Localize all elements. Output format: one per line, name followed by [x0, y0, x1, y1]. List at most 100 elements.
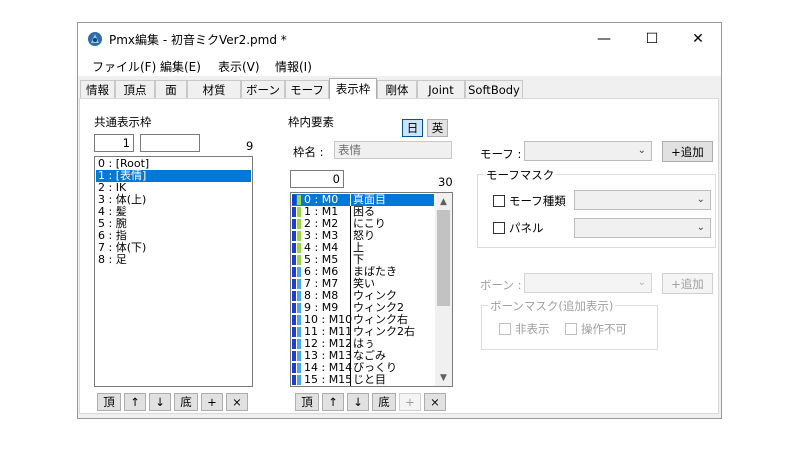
frame-element-list[interactable]: ▲ ▼ 0 : M0 真面目 1 : M1 困る 2 : M2 にこり 3 : M3 怒り 4 …: [290, 192, 453, 387]
move-bottom-button[interactable]: 底: [174, 393, 198, 411]
language-jp-toggle[interactable]: 日: [402, 119, 423, 137]
column-divider: [350, 266, 351, 278]
morph-panel-swatch: [297, 363, 301, 373]
column-divider: [350, 374, 351, 386]
tab-rigid-body[interactable]: 剛体: [377, 80, 417, 98]
column-divider: [350, 206, 351, 218]
morph-panel-swatch: [297, 315, 301, 325]
frame-elements-heading: 枠内要素: [288, 115, 334, 129]
delete-button[interactable]: ×: [226, 393, 248, 411]
tab-bone[interactable]: ボーン: [241, 80, 285, 98]
chevron-down-icon: ⌄: [696, 222, 705, 233]
move-up-button[interactable]: ↑: [322, 393, 344, 411]
list-item[interactable]: 15 : M15 じと目: [292, 374, 434, 386]
move-top-button[interactable]: 頂: [97, 393, 121, 411]
menu-bar: ファイル(F) 編集(E) 表示(V) 情報(I): [78, 54, 721, 76]
tab-softbody[interactable]: SoftBody: [465, 80, 523, 98]
morph-mask-title: モーフマスク: [484, 167, 557, 183]
locked-label: 操作不可: [581, 322, 627, 336]
morph-mask-group: モーフマスク モーフ種類 ⌄ パネル ⌄: [477, 167, 716, 248]
morph-panel-swatch: [297, 195, 301, 205]
morph-panel-swatch: [297, 279, 301, 289]
bone-add-button[interactable]: +追加: [662, 273, 713, 294]
list-item[interactable]: 8 : 足: [96, 254, 251, 266]
morph-label: モーフ :: [480, 147, 522, 161]
minimize-icon: —: [597, 30, 611, 47]
scroll-down-icon[interactable]: ▼: [435, 369, 452, 386]
column-divider: [350, 230, 351, 242]
frame-type-swatch: [292, 363, 296, 373]
tab-face[interactable]: 面: [155, 80, 187, 98]
frame-index-input[interactable]: 1: [94, 134, 134, 152]
move-down-button[interactable]: ↓: [149, 393, 171, 411]
tab-joint[interactable]: Joint: [417, 80, 465, 98]
column-divider: [350, 242, 351, 254]
move-down-button[interactable]: ↓: [347, 393, 369, 411]
bone-mask-group: ボーンマスク(追加表示) 非表示 操作不可: [481, 298, 658, 350]
hidden-label: 非表示: [515, 322, 550, 336]
frame-type-swatch: [292, 351, 296, 361]
add-button[interactable]: +: [201, 393, 223, 411]
morph-panel-swatch: [297, 291, 301, 301]
frame-type-swatch: [292, 327, 296, 337]
scrollbar-thumb[interactable]: [437, 210, 450, 306]
element-list-scrollbar[interactable]: ▲ ▼: [435, 193, 452, 386]
scroll-up-icon[interactable]: ▲: [435, 193, 452, 210]
tab-vertex[interactable]: 頂点: [115, 80, 155, 98]
move-up-button[interactable]: ↑: [124, 393, 146, 411]
frame-type-swatch: [292, 303, 296, 313]
frame-count: 9: [246, 139, 254, 153]
tab-material[interactable]: 材質: [187, 80, 241, 98]
language-en-toggle[interactable]: 英: [427, 119, 448, 137]
bone-select[interactable]: ⌄: [524, 273, 652, 293]
menu-info[interactable]: 情報(I): [275, 58, 312, 75]
delete-button[interactable]: ×: [424, 393, 446, 411]
morph-type-select[interactable]: ⌄: [574, 190, 711, 210]
chevron-down-icon: ⌄: [637, 145, 646, 156]
morph-add-button[interactable]: +追加: [662, 141, 713, 162]
frame-type-swatch: [292, 255, 296, 265]
frame-name-input[interactable]: [140, 134, 200, 152]
morph-type-checkbox[interactable]: [493, 195, 505, 207]
frame-type-swatch: [292, 219, 296, 229]
tab-morph[interactable]: モーフ: [285, 80, 329, 98]
frame-type-swatch: [292, 243, 296, 253]
move-bottom-button[interactable]: 底: [372, 393, 396, 411]
add-button[interactable]: +: [399, 393, 421, 411]
tab-display-frame[interactable]: 表示枠: [329, 78, 377, 99]
frame-type-swatch: [292, 231, 296, 241]
tab-info[interactable]: 情報: [80, 80, 115, 98]
close-button[interactable]: ✕: [675, 23, 721, 54]
element-index-input[interactable]: 0: [290, 170, 344, 188]
morph-panel-swatch: [297, 339, 301, 349]
panel-checkbox[interactable]: [493, 222, 505, 234]
column-divider: [350, 218, 351, 230]
morph-select[interactable]: ⌄: [524, 141, 652, 161]
move-top-button[interactable]: 頂: [295, 393, 319, 411]
morph-type-label: モーフ種類: [509, 194, 566, 208]
chevron-down-icon: ⌄: [637, 277, 646, 288]
frame-name-label: 枠名 :: [293, 145, 324, 159]
morph-panel-swatch: [297, 255, 301, 265]
locked-checkbox[interactable]: [565, 323, 577, 335]
hidden-checkbox[interactable]: [499, 323, 511, 335]
main-window: Pmx編集 - 初音ミクVer2.pmd * — ☐ ✕ ファイル(F) 編集(…: [77, 22, 722, 419]
bone-label: ボーン :: [480, 278, 522, 292]
morph-panel-swatch: [297, 231, 301, 241]
panel-select[interactable]: ⌄: [574, 218, 711, 238]
column-divider: [350, 290, 351, 302]
menu-edit[interactable]: 編集(E): [160, 58, 201, 75]
app-icon: [88, 32, 102, 46]
display-frame-page: 共通表示枠 1 9 0 : [Root] 1 : [表情] 2 : IK 3 : 体(…: [79, 98, 719, 414]
minimize-button[interactable]: —: [581, 23, 627, 54]
window-title: Pmx編集 - 初音ミクVer2.pmd *: [109, 33, 287, 47]
common-frame-list[interactable]: 0 : [Root] 1 : [表情] 2 : IK 3 : 体(上) 4 : 髪5 :…: [94, 156, 253, 387]
frame-type-swatch: [292, 291, 296, 301]
menu-file[interactable]: ファイル(F): [92, 58, 156, 75]
frame-type-swatch: [292, 339, 296, 349]
morph-panel-swatch: [297, 267, 301, 277]
menu-view[interactable]: 表示(V): [218, 58, 260, 75]
maximize-button[interactable]: ☐: [629, 23, 675, 54]
maximize-icon: ☐: [645, 30, 659, 47]
frame-type-swatch: [292, 315, 296, 325]
